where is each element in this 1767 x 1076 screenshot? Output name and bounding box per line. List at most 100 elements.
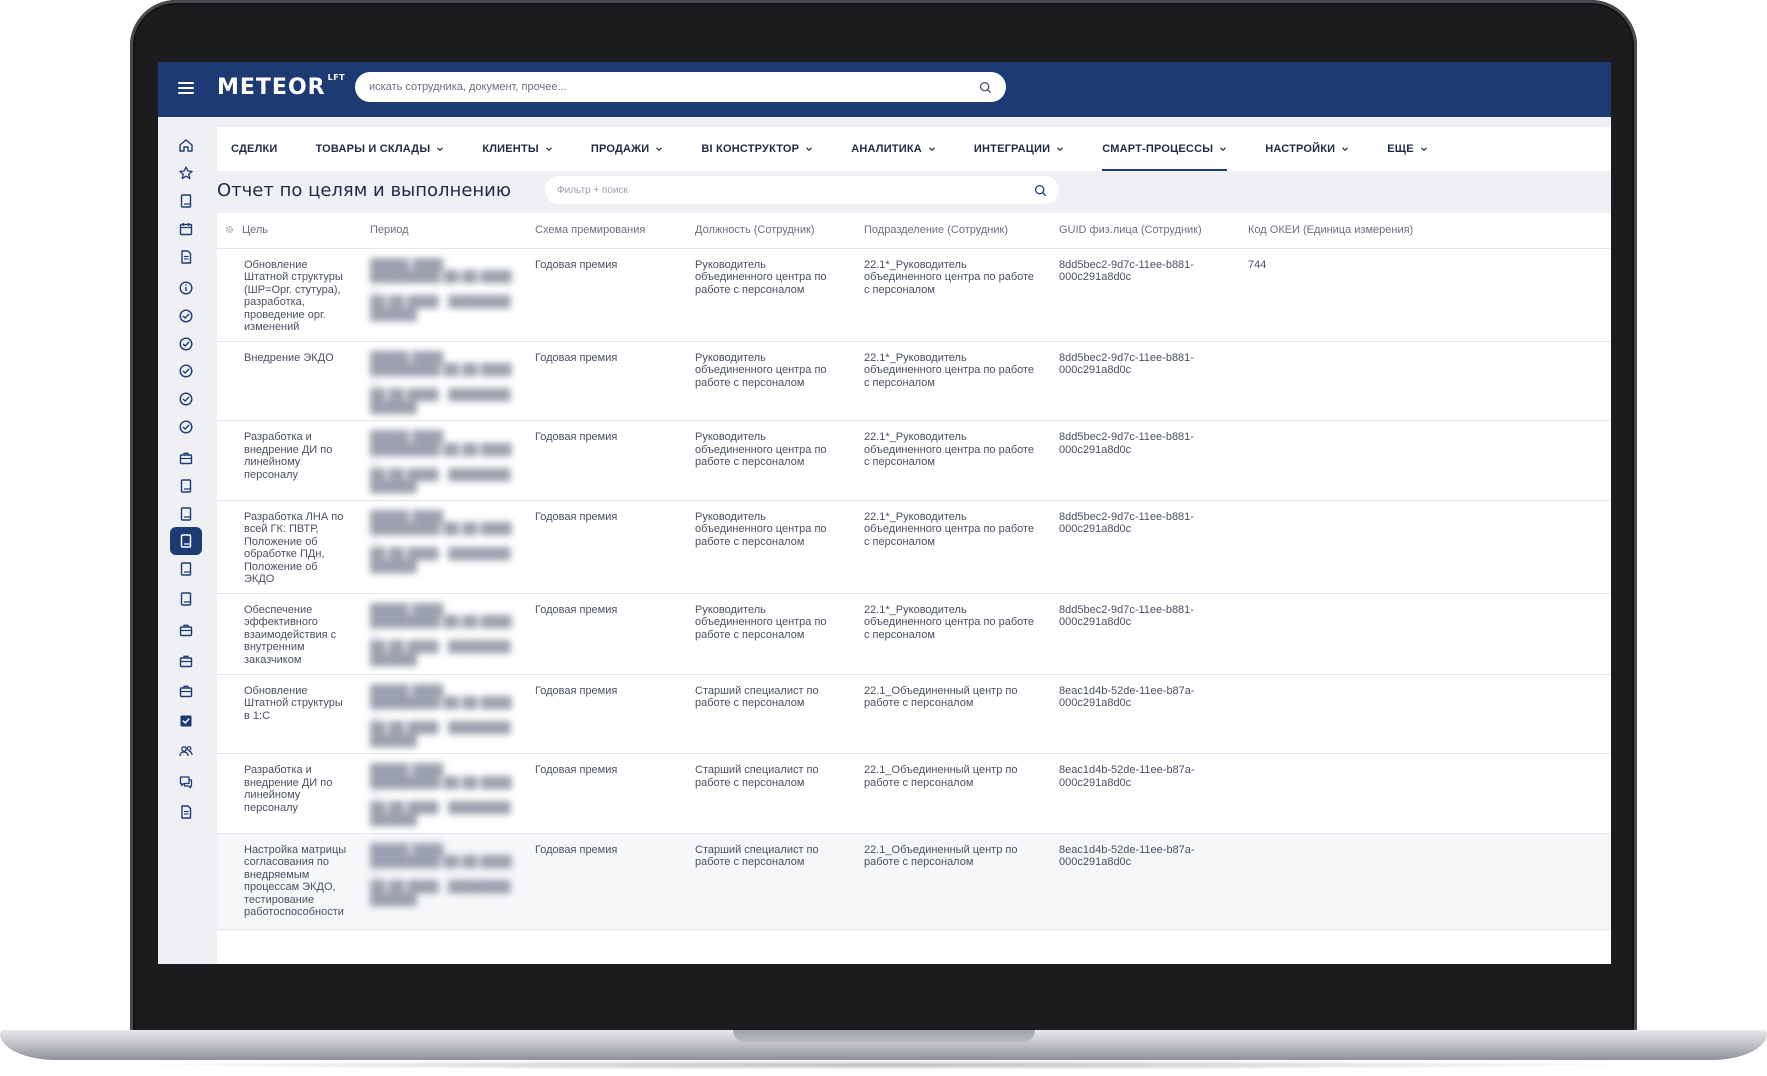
cell-goal: Разработка и внедрение ДИ по линейному п… <box>217 420 360 501</box>
sidebar-item-checkbox[interactable] <box>170 707 202 735</box>
sidebar-item-briefcase[interactable] <box>170 444 202 472</box>
nav-item-1[interactable]: ТОВАРЫ И СКЛАДЫ <box>316 127 445 171</box>
sidebar-item-book[interactable] <box>170 472 202 500</box>
sidebar-item-document[interactable] <box>170 798 202 826</box>
nav-item-9[interactable]: ЕЩЕ <box>1387 127 1427 171</box>
sidebar-item-document[interactable] <box>170 243 202 271</box>
nav-item-5[interactable]: АНАЛИТИКА <box>851 127 936 171</box>
table-row[interactable]: Обновление Штатной структуры в 1:С █████ … <box>217 674 1611 754</box>
chevron-down-icon <box>437 147 444 152</box>
column-header-3[interactable]: Должность (Сотрудник) <box>685 213 854 249</box>
sidebar <box>158 117 206 964</box>
global-search-input[interactable] <box>369 81 979 93</box>
chevron-down-icon <box>1220 147 1227 152</box>
chevron-down-icon <box>928 147 935 152</box>
cell-guid: 8eac1d4b-52de-11ee-b87a-000c291a8d0c <box>1049 674 1238 754</box>
laptop-notch <box>733 1030 1035 1042</box>
users-icon <box>178 743 194 759</box>
sidebar-item-book[interactable] <box>170 187 202 215</box>
info-icon <box>178 280 194 296</box>
chevron-down-icon <box>1420 147 1427 152</box>
table-row[interactable]: Обновление Штатной структуры (ШР=Орг. ст… <box>217 248 1611 342</box>
sidebar-item-briefcase[interactable] <box>170 677 202 705</box>
cell-position: Руководитель объединенного центра по раб… <box>685 593 854 675</box>
cell-division: 22.1*_Руководитель объединенного центра … <box>854 593 1049 675</box>
gear-icon[interactable] <box>225 225 234 234</box>
nav-item-2[interactable]: КЛИЕНТЫ <box>482 127 553 171</box>
table-row[interactable]: Настройка матрицы согласования по внедря… <box>217 833 1611 930</box>
sidebar-item-briefcase[interactable] <box>170 647 202 675</box>
cell-goal: Разработка ЛНА по всей ГК: ПВТР, Положен… <box>217 500 360 594</box>
table-row[interactable]: Разработка и внедрение ДИ по линейному п… <box>217 753 1611 834</box>
sidebar-item-home[interactable] <box>170 131 202 159</box>
cell-okei: 744 <box>1238 248 1611 342</box>
sidebar-item-info[interactable] <box>170 274 202 302</box>
sidebar-item-check-circle[interactable] <box>170 413 202 441</box>
sidebar-item-star[interactable] <box>170 159 202 187</box>
cell-division: 22.1_Объединенный центр по работе с перс… <box>854 753 1049 834</box>
sidebar-item-briefcase[interactable] <box>170 616 202 644</box>
sidebar-item-calendar[interactable] <box>170 215 202 243</box>
sidebar-item-chat[interactable] <box>170 768 202 796</box>
cell-position: Руководитель объединенного центра по раб… <box>685 420 854 501</box>
cell-period: █████ ████ █████████ ██.██.████ — ██.██.██… <box>360 833 525 930</box>
nav-item-6[interactable]: ИНТЕГРАЦИИ <box>974 127 1064 171</box>
column-header-4[interactable]: Подразделение (Сотрудник) <box>854 213 1049 249</box>
table-row[interactable]: Внедрение ЭКДО █████ ████ █████████ ██.██.… <box>217 341 1611 421</box>
sidebar-item-users[interactable] <box>170 737 202 765</box>
table-row[interactable]: Обеспечение эффективного взаимодействия … <box>217 593 1611 675</box>
sidebar-item-book[interactable] <box>170 585 202 613</box>
page-title: Отчет по целям и выполнению <box>217 180 512 201</box>
logo[interactable]: METEOR LFT <box>217 73 345 100</box>
book-icon <box>178 193 194 209</box>
table-row[interactable]: Разработка ЛНА по всей ГК: ПВТР, Положен… <box>217 500 1611 594</box>
module-nav: СДЕЛКИ ТОВАРЫ И СКЛАДЫ КЛИЕНТЫ ПРОДАЖИ BI КО… <box>217 127 1611 171</box>
sidebar-item-check-circle[interactable] <box>170 385 202 413</box>
sidebar-item-check-circle[interactable] <box>170 330 202 358</box>
redacted-period: █████ ████ █████████ ██.██.████ — ██.██.██… <box>370 764 512 826</box>
nav-item-label: СДЕЛКИ <box>231 143 278 155</box>
column-header-5[interactable]: GUID физ.лица (Сотрудник) <box>1049 213 1238 249</box>
column-header-1[interactable]: Период <box>360 213 525 249</box>
filter-search-input[interactable] <box>557 184 1034 196</box>
check-circle-icon <box>178 419 194 435</box>
column-header-2[interactable]: Схема премирования <box>525 213 685 249</box>
column-header-label: Период <box>370 224 409 237</box>
nav-item-8[interactable]: НАСТРОЙКИ <box>1265 127 1349 171</box>
cell-position: Старший специалист по работе с персонало… <box>685 753 854 834</box>
cell-guid: 8eac1d4b-52de-11ee-b87a-000c291a8d0c <box>1049 753 1238 834</box>
table-row[interactable]: Разработка и внедрение ДИ по линейному п… <box>217 420 1611 501</box>
nav-item-label: ЕЩЕ <box>1387 143 1414 155</box>
column-header-0[interactable]: Цель <box>217 213 360 249</box>
top-header: METEOR LFT <box>158 62 1611 117</box>
check-circle-icon <box>178 363 194 379</box>
search-icon[interactable] <box>979 81 992 94</box>
redacted-period: █████ ████ █████████ ██.██.████ — ██.██.██… <box>370 351 512 414</box>
nav-item-label: BI КОНСТРУКТОР <box>701 143 800 155</box>
sidebar-item-book[interactable] <box>170 500 202 528</box>
sidebar-item-check-circle[interactable] <box>170 357 202 385</box>
nav-item-4[interactable]: BI КОНСТРУКТОР <box>701 127 813 171</box>
cell-guid: 8dd5bec2-9d7c-11ee-b881-000c291a8d0c <box>1049 248 1238 342</box>
document-icon <box>178 804 194 820</box>
cell-division: 22.1*_Руководитель объединенного центра … <box>854 341 1049 421</box>
sidebar-item-book[interactable] <box>170 527 202 555</box>
chevron-down-icon <box>1342 147 1349 152</box>
cell-okei <box>1238 341 1611 421</box>
nav-item-3[interactable]: ПРОДАЖИ <box>591 127 664 171</box>
cell-guid: 8dd5bec2-9d7c-11ee-b881-000c291a8d0c <box>1049 593 1238 675</box>
nav-item-7[interactable]: СМАРТ-ПРОЦЕССЫ <box>1102 127 1228 171</box>
nav-item-label: СМАРТ-ПРОЦЕССЫ <box>1102 143 1214 155</box>
cell-okei <box>1238 674 1611 754</box>
cell-period: █████ ████ █████████ ██.██.████ — ██.██.██… <box>360 674 525 754</box>
search-icon[interactable] <box>1034 184 1047 197</box>
sidebar-item-book[interactable] <box>170 555 202 583</box>
column-header-6[interactable]: Код ОКЕИ (Единица измерения) <box>1238 213 1611 249</box>
check-circle-icon <box>178 308 194 324</box>
cell-guid: 8dd5bec2-9d7c-11ee-b881-000c291a8d0c <box>1049 420 1238 501</box>
sidebar-item-check-circle[interactable] <box>170 302 202 330</box>
global-search <box>355 72 1006 102</box>
cell-position: Руководитель объединенного центра по раб… <box>685 248 854 342</box>
menu-icon[interactable] <box>178 82 194 96</box>
nav-item-0[interactable]: СДЕЛКИ <box>231 127 278 171</box>
